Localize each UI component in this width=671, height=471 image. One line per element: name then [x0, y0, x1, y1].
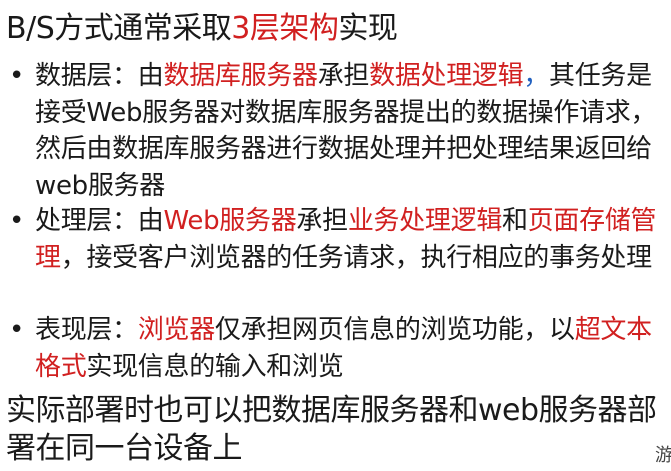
bullet-text-segment: 数据处理逻辑 — [369, 61, 524, 91]
bullet-text-segment: ， — [523, 61, 550, 91]
bullet-data-layer: • 数据层：由数据库服务器承担数据处理逻辑，其任务是接受Web服务器对数据库服务… — [9, 58, 667, 204]
bullet-text-segment: Web服务器 — [163, 206, 297, 236]
corner-glyph: 游 — [655, 445, 671, 466]
bullet-marker: • — [9, 206, 25, 236]
deployment-note: 实际部署时也可以把数据库服务器和web服务器部署在同一台设备上 — [6, 393, 657, 466]
bullet-text-segment: 承担 — [296, 206, 348, 236]
bullet-text-segment: 业务处理逻辑 — [347, 206, 503, 236]
bullet-text-segment: 数据层：由 — [35, 61, 164, 91]
bullet-text-segment: 浏览器 — [137, 315, 215, 345]
bullet-text-segment: 承担 — [317, 61, 370, 91]
bullet-text-segment: 和 — [502, 206, 528, 236]
title-suffix: 实现 — [338, 11, 398, 46]
bullet-marker: • — [9, 61, 25, 91]
bullet-text-segment: 表现层： — [35, 315, 138, 345]
bullet-presentation-layer: • 表现层：浏览器仅承担网页信息的浏览功能，以超文本格式实现信息的输入和浏览 — [9, 312, 667, 385]
slide-title: B/S方式通常采取3层架构实现 — [6, 11, 398, 47]
bullet-text-segment: 处理层：由 — [35, 206, 164, 236]
bullet-text-segment: 数据库服务器 — [163, 61, 319, 91]
title-highlight: 3层架构 — [231, 11, 339, 46]
slide: B/S方式通常采取3层架构实现 • 数据层：由数据库服务器承担数据处理逻辑，其任… — [0, 0, 671, 471]
bullet-text-segment: 仅承担网页信息的浏览功能，以 — [214, 315, 575, 345]
bullet-marker: • — [9, 315, 25, 345]
bullet-processing-layer: • 处理层：由Web服务器承担业务处理逻辑和页面存储管理，接受客户浏览器的任务请… — [9, 203, 667, 276]
bullet-text-segment: ，接受客户浏览器的任务请求，执行相应的事务处理 — [60, 242, 652, 273]
title-prefix: B/S方式通常采取 — [6, 11, 232, 46]
bullet-text-segment: 实现信息的输入和浏览 — [86, 351, 344, 382]
